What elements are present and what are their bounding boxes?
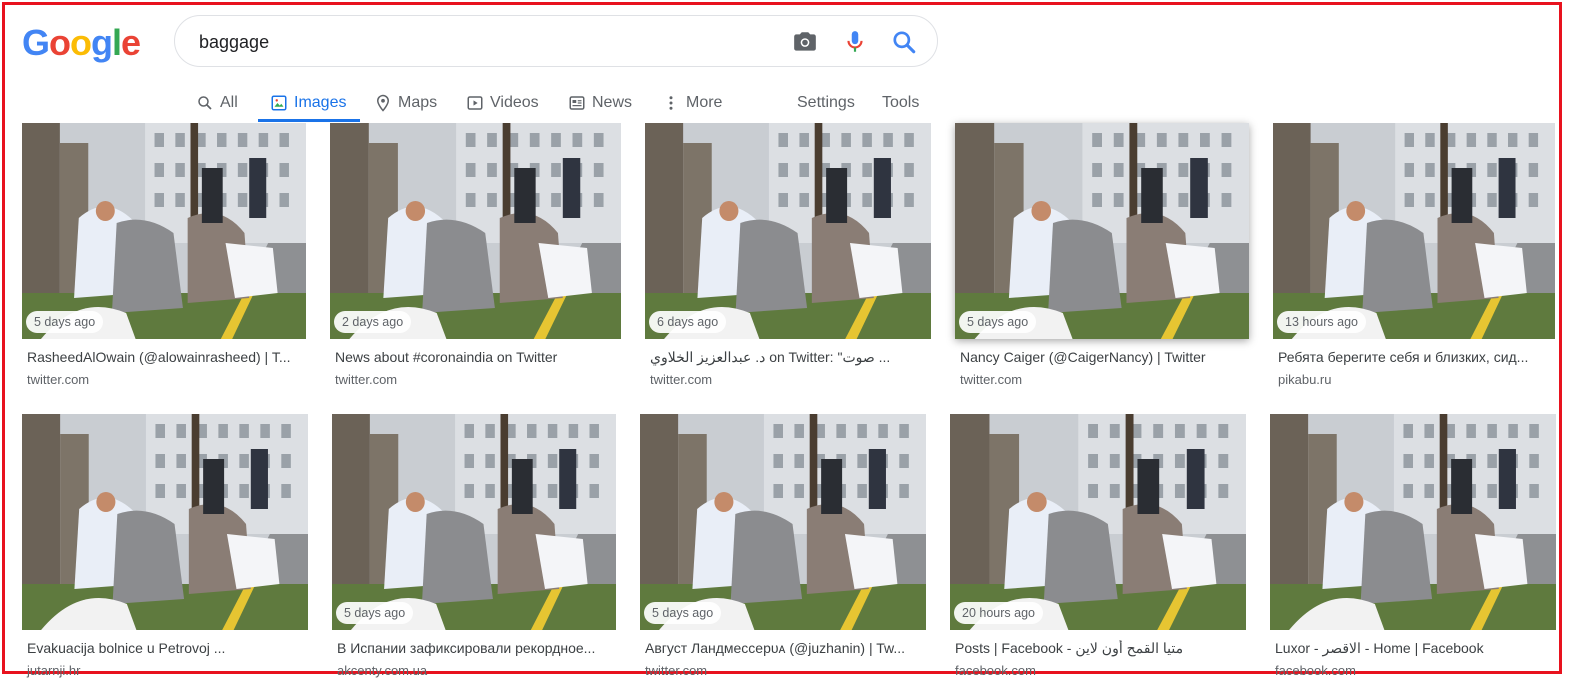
tab-news[interactable]: News xyxy=(568,84,632,122)
result-thumbnail[interactable]: 2 days ago xyxy=(330,123,621,339)
image-result[interactable]: 13 hours ago Ребята берегите себя и близк… xyxy=(1273,123,1555,399)
age-badge: 13 hours ago xyxy=(1277,311,1366,333)
result-thumbnail[interactable]: 5 days ago xyxy=(955,123,1249,339)
thumbnail-image xyxy=(22,414,308,630)
logo-letter: o xyxy=(49,22,71,63)
result-domain: twitter.com xyxy=(960,372,1023,387)
settings-link[interactable]: Settings xyxy=(797,84,855,122)
image-result[interactable]: 2 days ago News about #coronaindia on Twi… xyxy=(330,123,621,399)
image-result[interactable]: 20 hours ago Posts | Facebook - متيا القم… xyxy=(950,414,1246,690)
logo-letter: G xyxy=(22,22,50,63)
tab-all[interactable]: All xyxy=(196,84,238,122)
result-domain: facebook.com xyxy=(955,663,1036,678)
result-domain: twitter.com xyxy=(27,372,90,387)
settings-label: Settings xyxy=(797,94,855,111)
result-title[interactable]: Posts | Facebook - متيا القمح أون لاين xyxy=(955,640,1243,657)
result-title[interactable]: RasheedAlOwain (@alowainrasheed) | T... xyxy=(27,349,303,365)
result-domain: jutarnji.hr xyxy=(27,663,81,678)
image-result[interactable]: 5 days ago Nancy Caiger (@CaigerNancy) | … xyxy=(955,123,1249,399)
logo-letter: g xyxy=(91,22,113,63)
tab-label: Videos xyxy=(490,94,539,111)
age-badge: 2 days ago xyxy=(334,311,412,333)
logo-letter: l xyxy=(112,22,122,63)
thumbnail-image xyxy=(955,123,1249,339)
play-icon xyxy=(467,96,483,110)
result-title[interactable]: د. عبدالعزيز الخلاوي on Twitter: "صوت ..… xyxy=(650,349,928,366)
google-logo[interactable]: Google xyxy=(22,22,141,64)
map-pin-icon xyxy=(376,94,390,112)
image-result[interactable]: Luxor - الاقصر - Home | Facebook facebook… xyxy=(1270,414,1556,690)
search-box xyxy=(174,15,938,67)
thumbnail-image xyxy=(330,123,621,339)
tab-maps[interactable]: Maps xyxy=(374,84,437,122)
result-title[interactable]: Evakuacija bolnice u Petrovoj ... xyxy=(27,640,305,656)
tools-label: Tools xyxy=(882,94,920,111)
result-thumbnail[interactable]: 13 hours ago xyxy=(1273,123,1555,339)
tools-link[interactable]: Tools xyxy=(882,84,919,122)
result-thumbnail[interactable]: 5 days ago xyxy=(332,414,616,630)
age-badge: 20 hours ago xyxy=(954,602,1043,624)
result-domain: twitter.com xyxy=(335,372,398,387)
thumbnail-image xyxy=(640,414,926,630)
news-icon xyxy=(569,96,585,110)
result-title[interactable]: Август Ландмессерᴜᴀ (@juzhanin) | Tw... xyxy=(645,640,923,656)
tab-label: Images xyxy=(294,94,347,111)
thumbnail-image xyxy=(332,414,616,630)
result-thumbnail[interactable]: 5 days ago xyxy=(640,414,926,630)
result-title[interactable]: Luxor - الاقصر - Home | Facebook xyxy=(1275,640,1553,657)
image-result[interactable]: 6 days ago د. عبدالعزيز الخلاوي on Twitte… xyxy=(645,123,931,399)
more-dots-icon xyxy=(669,96,673,110)
result-title[interactable]: В Испании зафиксировали рекордное... xyxy=(337,640,613,656)
result-title[interactable]: Nancy Caiger (@CaigerNancy) | Twitter xyxy=(960,349,1246,365)
result-domain: facebook.com xyxy=(1275,663,1356,678)
image-result[interactable]: 5 days ago RasheedAlOwain (@alowainrashee… xyxy=(22,123,306,399)
image-result[interactable]: 5 days ago Август Ландмессерᴜᴀ (@juzhanin… xyxy=(640,414,926,690)
result-domain: akcenty.com.ua xyxy=(337,663,428,678)
logo-letter: o xyxy=(70,22,92,63)
result-thumbnail[interactable] xyxy=(22,414,308,630)
image-result[interactable]: 5 days ago В Испании зафиксировали рекорд… xyxy=(332,414,616,690)
result-domain: twitter.com xyxy=(650,372,713,387)
result-title[interactable]: News about #coronaindia on Twitter xyxy=(335,349,618,365)
search-icon xyxy=(198,96,212,110)
age-badge: 5 days ago xyxy=(336,602,414,624)
search-input[interactable] xyxy=(197,28,761,56)
microphone-icon[interactable] xyxy=(842,29,868,55)
thumbnail-image xyxy=(1273,123,1555,339)
tab-more[interactable]: More xyxy=(662,84,722,122)
result-thumbnail[interactable]: 5 days ago xyxy=(22,123,306,339)
camera-icon[interactable] xyxy=(792,29,818,55)
result-thumbnail[interactable] xyxy=(1270,414,1556,630)
result-thumbnail[interactable]: 6 days ago xyxy=(645,123,931,339)
search-icon[interactable] xyxy=(891,29,917,55)
active-tab-underline xyxy=(258,119,361,122)
tab-videos[interactable]: Videos xyxy=(466,84,539,122)
tab-images[interactable]: Images xyxy=(258,84,361,122)
result-title[interactable]: Ребята берегите себя и близких, сид... xyxy=(1278,349,1552,365)
tab-label: Maps xyxy=(398,94,438,111)
tab-label: News xyxy=(592,94,633,111)
tab-label: All xyxy=(220,94,238,111)
tab-label: More xyxy=(686,94,723,111)
age-badge: 5 days ago xyxy=(959,311,1037,333)
age-badge: 6 days ago xyxy=(649,311,727,333)
thumbnail-image xyxy=(950,414,1246,630)
image-icon xyxy=(271,95,287,111)
result-thumbnail[interactable]: 20 hours ago xyxy=(950,414,1246,630)
age-badge: 5 days ago xyxy=(26,311,104,333)
thumbnail-image xyxy=(22,123,306,339)
thumbnail-image xyxy=(1270,414,1556,630)
search-tabs: All Images Maps Videos News More Setting… xyxy=(196,84,936,122)
thumbnail-image xyxy=(645,123,931,339)
logo-letter: e xyxy=(121,22,141,63)
age-badge: 5 days ago xyxy=(644,602,722,624)
result-domain: pikabu.ru xyxy=(1278,372,1332,387)
image-result[interactable]: Evakuacija bolnice u Petrovoj ... jutarnj… xyxy=(22,414,308,690)
result-domain: twitter.com xyxy=(645,663,708,678)
